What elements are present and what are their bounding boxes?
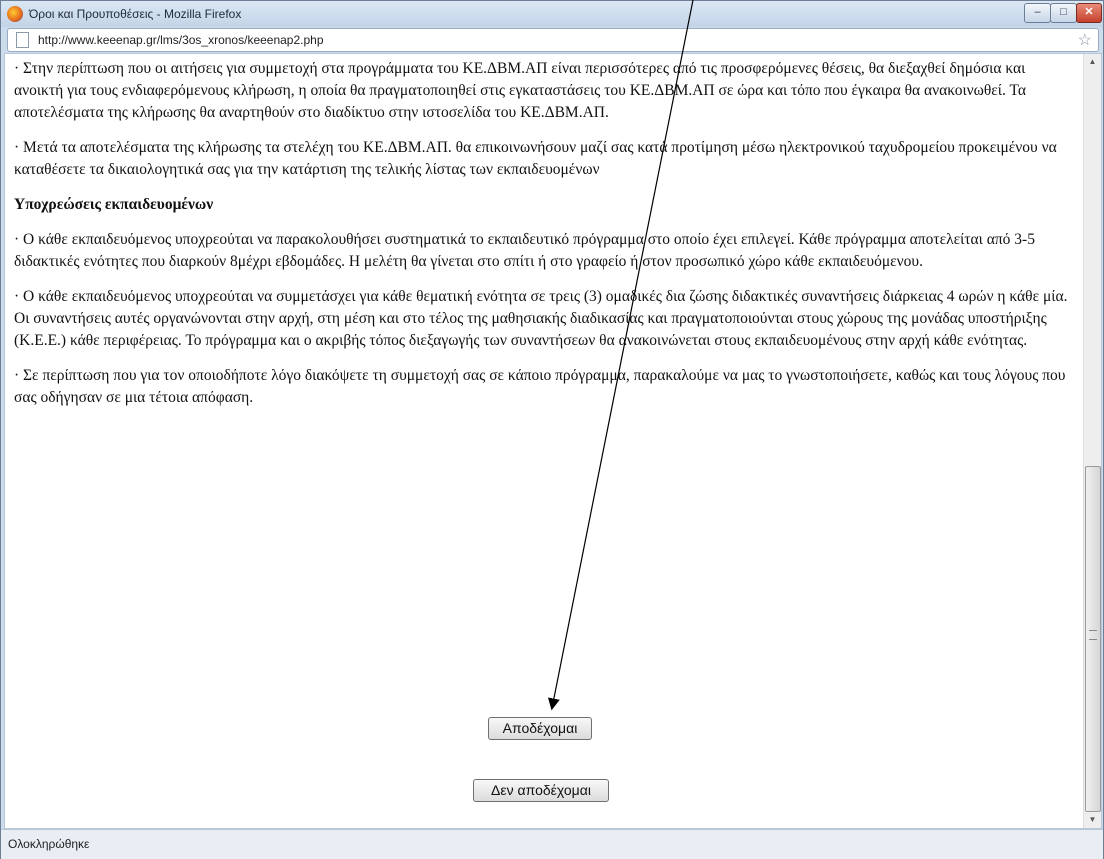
decline-button[interactable]: Δεν αποδέχομαι — [473, 779, 609, 802]
window-title: Όροι και Προυποθέσεις - Mozilla Firefox — [29, 7, 242, 21]
page-icon — [16, 32, 29, 48]
obligations-heading: Υποχρεώσεις εκπαιδευομένων — [14, 196, 214, 213]
status-text: Ολοκληρώθηκε — [8, 837, 90, 851]
terms-paragraph: · Στην περίπτωση που οι αιτήσεις για συμ… — [14, 60, 1026, 121]
vertical-scrollbar[interactable]: ▲ ▼ — [1083, 54, 1101, 828]
accept-button[interactable]: Αποδέχομαι — [488, 717, 592, 740]
terms-text: · Στην περίπτωση που οι αιτήσεις για συμ… — [14, 58, 1074, 422]
scroll-up-icon[interactable]: ▲ — [1084, 54, 1101, 70]
status-bar: Ολοκληρώθηκε — [1, 829, 1103, 859]
grip-icon — [1089, 630, 1097, 640]
terms-paragraph: · Ο κάθε εκπαιδευόμενος υποχρεούται να σ… — [14, 288, 1068, 349]
url-text[interactable]: http://www.keeenap.gr/lms/3os_xronos/kee… — [38, 33, 324, 47]
terms-paragraph: · Σε περίπτωση που για τον οποιοδήποτε λ… — [14, 367, 1066, 406]
minimize-button[interactable]: – — [1024, 3, 1051, 23]
page-content: · Στην περίπτωση που οι αιτήσεις για συμ… — [4, 53, 1102, 829]
title-bar[interactable]: Όροι και Προυποθέσεις - Mozilla Firefox … — [1, 1, 1103, 27]
firefox-icon — [7, 6, 23, 22]
scroll-down-icon[interactable]: ▼ — [1084, 812, 1101, 828]
address-bar[interactable]: http://www.keeenap.gr/lms/3os_xronos/kee… — [7, 28, 1099, 52]
browser-window: Όροι και Προυποθέσεις - Mozilla Firefox … — [0, 0, 1104, 859]
bookmark-star-icon[interactable]: ☆ — [1078, 30, 1092, 50]
scroll-thumb[interactable] — [1085, 466, 1101, 812]
maximize-button[interactable]: □ — [1050, 3, 1077, 23]
close-button[interactable]: ✕ — [1076, 3, 1102, 23]
terms-paragraph: · Μετά τα αποτελέσματα της κλήρωσης τα σ… — [14, 139, 1057, 178]
terms-paragraph: · Ο κάθε εκπαιδευόμενος υποχρεούται να π… — [14, 231, 1035, 270]
